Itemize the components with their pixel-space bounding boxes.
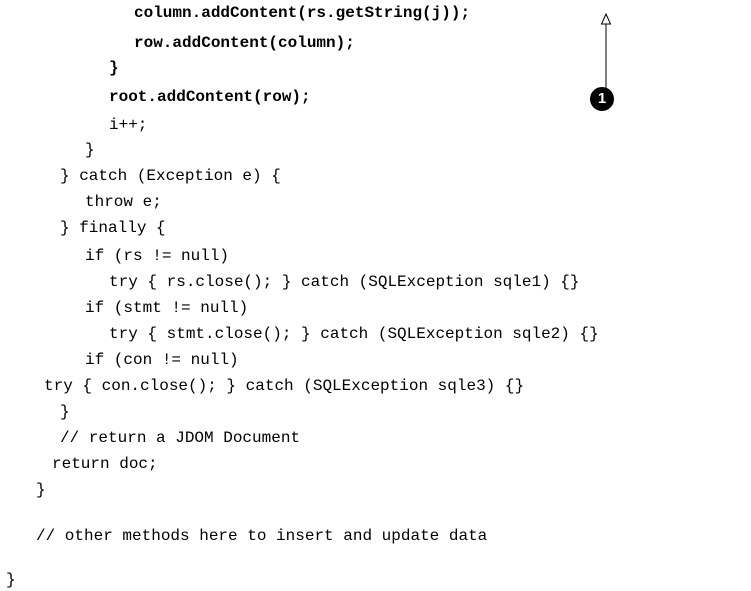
code-listing-page: column.addContent(rs.getString(j)); row.…	[0, 0, 751, 591]
code-line-row-add: row.addContent(column);	[134, 34, 355, 52]
code-line-rs-close: try { rs.close(); } catch (SQLException …	[109, 273, 580, 291]
code-line-while-close: }	[85, 141, 95, 159]
code-line-inner-brace: }	[109, 59, 119, 77]
code-line-if-rs: if (rs != null)	[85, 247, 230, 265]
code-line-finally: } finally {	[60, 219, 166, 237]
code-line-column-add: column.addContent(rs.getString(j));	[134, 4, 471, 22]
code-line-return: return doc;	[52, 455, 158, 473]
code-line-comment-return: // return a JDOM Document	[60, 429, 301, 447]
code-line-comment-other: // other methods here to insert and upda…	[36, 527, 488, 545]
code-line-con-close: try { con.close(); } catch (SQLException…	[44, 377, 525, 395]
code-line-root-add: root.addContent(row);	[109, 88, 311, 106]
callout-badge-1: 1	[590, 87, 614, 111]
code-line-increment: i++;	[109, 116, 148, 134]
code-line-stmt-close: try { stmt.close(); } catch (SQLExceptio…	[109, 325, 599, 343]
code-line-finally-close: }	[60, 403, 70, 421]
callout-arrow-head-icon	[600, 12, 612, 25]
code-line-throw: throw e;	[85, 193, 162, 211]
code-line-if-stmt: if (stmt != null)	[85, 299, 249, 317]
code-line-method-close: }	[36, 481, 46, 499]
code-line-class-close: }	[6, 571, 16, 589]
code-line-catch: } catch (Exception e) {	[60, 167, 281, 185]
code-line-if-con: if (con != null)	[85, 351, 239, 369]
